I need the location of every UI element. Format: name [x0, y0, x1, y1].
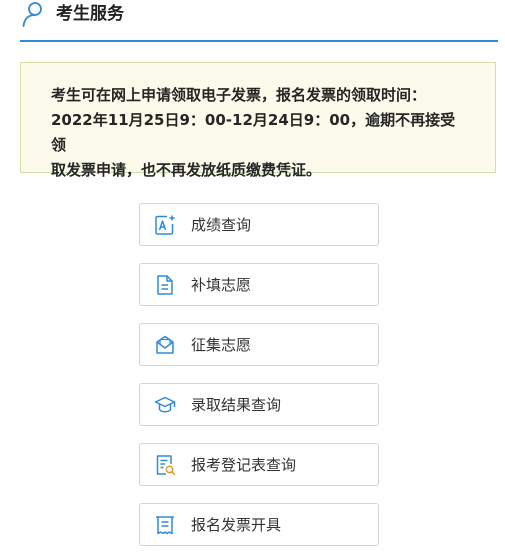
notice-box: 考生可在网上申请领取电子发票，报名发票的领取时间： 2022年11月25日9：0… [20, 62, 496, 179]
notice-line-2: 2022年11月25日9：00-12月24日9：00，逾期不再接受领 [51, 111, 456, 154]
admission-result-button[interactable]: 录取结果查询 [139, 383, 379, 426]
registration-form-query-button[interactable]: 报考登记表查询 [139, 443, 379, 486]
envelope-icon [154, 334, 176, 356]
invoice-issue-label: 报名发票开具 [191, 516, 282, 534]
notice-line-3: 取发票申请，也不再发放纸质缴费凭证。 [51, 161, 322, 179]
supplement-application-button[interactable]: 补填志愿 [139, 263, 379, 306]
form-search-icon [154, 454, 176, 476]
user-icon [22, 1, 46, 27]
invoice-icon [154, 514, 176, 536]
admission-result-label: 录取结果查询 [191, 396, 282, 414]
section-header: 考生服务 [20, 0, 498, 42]
solicitation-application-button[interactable]: 征集志愿 [139, 323, 379, 366]
notice-line-1: 考生可在网上申请领取电子发票，报名发票的领取时间： [51, 86, 427, 104]
score-query-label: 成绩查询 [191, 216, 252, 234]
registration-form-query-label: 报考登记表查询 [191, 456, 297, 474]
student-services-page: 考生服务 考生可在网上申请领取电子发票，报名发票的领取时间： 2022年11月2… [0, 0, 505, 552]
supplement-application-label: 补填志愿 [191, 276, 252, 294]
invoice-issue-button[interactable]: 报名发票开具 [139, 503, 379, 546]
section-title: 考生服务 [56, 4, 124, 24]
score-query-button[interactable]: 成绩查询 [139, 203, 379, 246]
solicitation-application-label: 征集志愿 [191, 336, 252, 354]
score-query-icon [154, 214, 176, 236]
document-icon [154, 274, 176, 296]
graduation-cap-icon [154, 394, 176, 416]
